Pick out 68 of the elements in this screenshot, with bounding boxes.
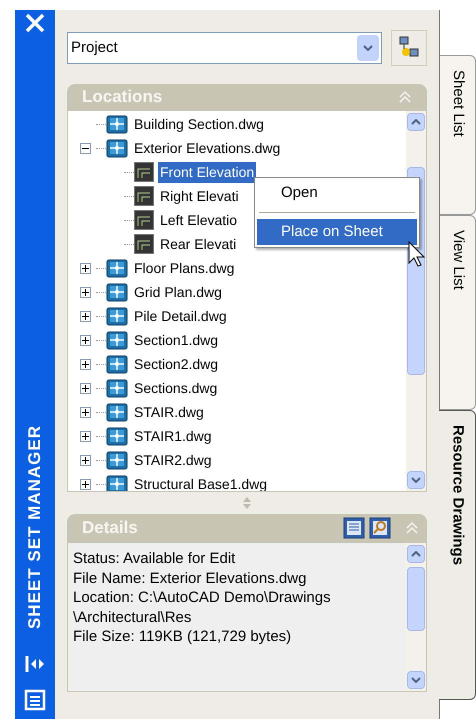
- drawing-file-icon: [106, 258, 128, 278]
- menu-item[interactable]: Open: [257, 180, 417, 206]
- tree-item[interactable]: Front Elevation: [158, 162, 256, 182]
- drawing-file-icon: [106, 402, 128, 422]
- auto-hide-icon[interactable]: [25, 655, 45, 673]
- tree-item[interactable]: Sections.dwg: [132, 378, 220, 398]
- drawing-file-icon: [106, 114, 128, 134]
- drawing-file-icon: [106, 378, 128, 398]
- close-icon[interactable]: [24, 12, 46, 34]
- view-icon: [134, 162, 154, 182]
- tree-item[interactable]: Building Section.dwg: [132, 114, 266, 134]
- dropdown-caret-icon: [363, 44, 373, 52]
- palette-title: SHEET SET MANAGER: [24, 424, 46, 629]
- drawing-file-icon: [106, 282, 128, 302]
- section-title: Details: [82, 517, 139, 540]
- tree-item[interactable]: Grid Plan.dwg: [132, 282, 224, 302]
- detail-line: \Architectural\Res: [73, 608, 192, 627]
- expand-toggle-icon[interactable]: [80, 454, 91, 466]
- detail-line: Status: Available for Edit: [73, 549, 236, 568]
- drawing-file-icon: [106, 426, 128, 446]
- scroll-up-icon[interactable]: [411, 119, 421, 125]
- tree-item[interactable]: Section1.dwg: [132, 330, 220, 350]
- splitter-grip-icon[interactable]: [242, 496, 252, 510]
- expand-toggle-icon[interactable]: [80, 406, 91, 418]
- expand-toggle-icon[interactable]: [80, 430, 91, 442]
- side-tab[interactable]: Sheet List: [440, 55, 476, 215]
- tree-item[interactable]: STAIR2.dwg: [132, 450, 214, 470]
- tree-item[interactable]: Pile Detail.dwg: [132, 306, 229, 326]
- drawing-file-icon: [106, 330, 128, 350]
- project-dropdown[interactable]: Project: [67, 32, 382, 64]
- tree-item[interactable]: Right Elevati: [158, 186, 241, 206]
- expand-toggle-icon[interactable]: [80, 286, 91, 298]
- view-icon: [134, 186, 154, 206]
- detail-line: Location: C:\AutoCAD Demo\Drawings: [73, 588, 332, 608]
- collapse-toggle-icon[interactable]: [80, 142, 91, 154]
- drawing-file-icon: [106, 354, 128, 374]
- details-view-icon[interactable]: [343, 517, 365, 539]
- tree-item[interactable]: STAIR.dwg: [132, 402, 206, 422]
- view-icon: [134, 234, 154, 254]
- preview-magnifier-icon[interactable]: [369, 517, 391, 539]
- properties-icon[interactable]: [24, 689, 46, 711]
- expand-toggle-icon[interactable]: [80, 310, 91, 322]
- view-icon: [134, 210, 154, 230]
- detail-line: File Size: 119KB (121,729 bytes): [73, 627, 292, 646]
- section-title: Locations: [82, 86, 164, 108]
- scroll-up-icon[interactable]: [411, 551, 421, 557]
- drawing-file-icon: [106, 138, 128, 158]
- expand-toggle-icon[interactable]: [80, 358, 91, 370]
- side-tab[interactable]: View List: [440, 215, 476, 410]
- tree-item[interactable]: Floor Plans.dwg: [132, 258, 236, 278]
- expand-toggle-icon[interactable]: [80, 478, 91, 490]
- side-tab[interactable]: Resource Drawings: [439, 410, 476, 700]
- scrollbar[interactable]: [406, 543, 426, 691]
- menu-item[interactable]: Place on Sheet: [257, 219, 417, 245]
- tree-item[interactable]: Exterior Elevations.dwg: [132, 138, 282, 158]
- expand-toggle-icon[interactable]: [80, 382, 91, 394]
- scroll-down-icon[interactable]: [411, 477, 421, 483]
- drawing-file-icon: [106, 306, 128, 326]
- network-button[interactable]: [391, 30, 427, 66]
- detail-line: File Name: Exterior Elevations.dwg: [73, 568, 308, 588]
- scroll-down-icon[interactable]: [411, 677, 421, 683]
- tree-item[interactable]: Rear Elevati: [158, 234, 238, 254]
- drawing-file-icon: [106, 450, 128, 470]
- tree-item[interactable]: Section2.dwg: [132, 354, 220, 374]
- tree-item[interactable]: Left Elevatio: [158, 210, 240, 230]
- expand-toggle-icon[interactable]: [80, 334, 91, 346]
- expand-toggle-icon[interactable]: [80, 262, 91, 274]
- tree-item[interactable]: STAIR1.dwg: [132, 426, 214, 446]
